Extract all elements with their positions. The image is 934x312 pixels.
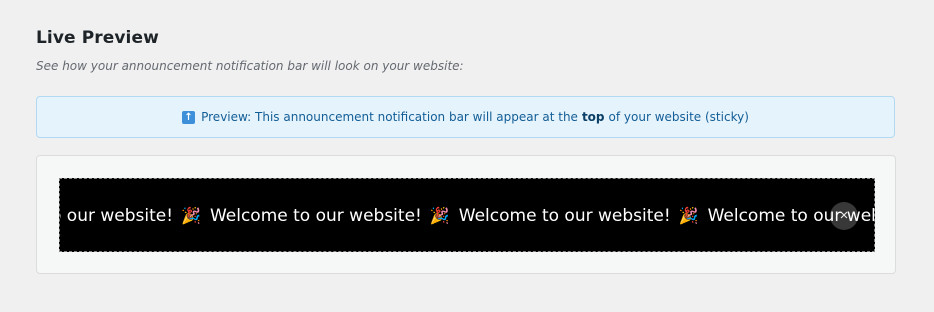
announcement-bar: o our website! 🎉 Welcome to our website!…: [59, 178, 875, 252]
live-preview-section: Live Preview See how your announcement n…: [0, 0, 934, 312]
preview-container: o our website! 🎉 Welcome to our website!…: [36, 155, 896, 274]
section-subtitle: See how your announcement notification b…: [36, 59, 464, 73]
notice-position: top: [581, 110, 605, 124]
party-popper-icon: 🎉: [181, 206, 201, 225]
preview-notice: ↑ Preview: This announcement notificatio…: [36, 96, 895, 138]
announcement-text: o our website!: [59, 206, 174, 226]
up-arrow-icon: ↑: [182, 110, 196, 124]
notice-prefix: Preview: This announcement notification …: [201, 110, 578, 124]
party-popper-icon: 🎉: [429, 206, 450, 225]
announcement-text: Welcome to our website!: [458, 206, 671, 226]
close-button[interactable]: ×: [830, 202, 858, 230]
announcement-text: Welcome to our website!: [209, 206, 422, 226]
notice-suffix: of your website (sticky): [608, 110, 749, 124]
announcement-marquee: o our website! 🎉 Welcome to our website!…: [59, 179, 874, 251]
section-title: Live Preview: [36, 28, 159, 48]
party-popper-icon: 🎉: [678, 206, 699, 225]
